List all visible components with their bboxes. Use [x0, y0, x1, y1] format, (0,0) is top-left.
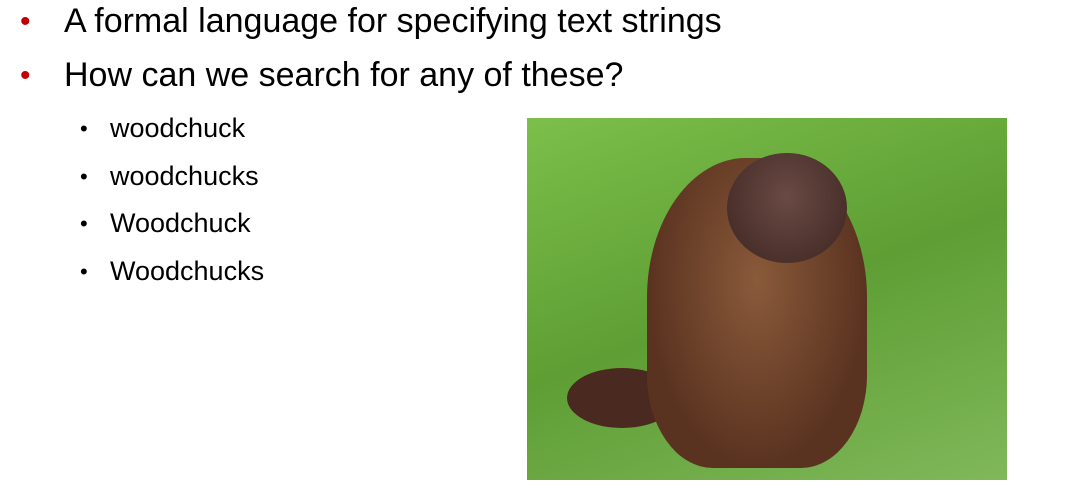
- bullet-icon: •: [80, 115, 88, 141]
- sub-bullet-item: • woodchuck: [80, 113, 245, 144]
- sub-bullet-text: Woodchuck: [110, 208, 251, 238]
- woodchuck-head: [727, 153, 847, 263]
- bullet-item: • How can we search for any of these?: [20, 56, 623, 95]
- bullet-icon: •: [80, 258, 88, 284]
- bullet-icon: •: [80, 163, 88, 189]
- bullet-text: How can we search for any of these?: [64, 56, 624, 94]
- sub-bullet-text: woodchucks: [110, 161, 259, 191]
- bullet-text: A formal language for specifying text st…: [64, 2, 722, 40]
- bullet-item: • A formal language for specifying text s…: [20, 2, 722, 41]
- sub-bullet-item: • Woodchuck: [80, 208, 251, 239]
- bullet-icon: •: [80, 210, 88, 236]
- bullet-icon: •: [20, 4, 31, 38]
- woodchuck-photo: [527, 118, 1007, 480]
- sub-bullet-item: • woodchucks: [80, 161, 259, 192]
- sub-bullet-item: • Woodchucks: [80, 256, 264, 287]
- sub-bullet-text: woodchuck: [110, 113, 246, 143]
- sub-bullet-text: Woodchucks: [110, 256, 265, 286]
- bullet-icon: •: [20, 58, 31, 92]
